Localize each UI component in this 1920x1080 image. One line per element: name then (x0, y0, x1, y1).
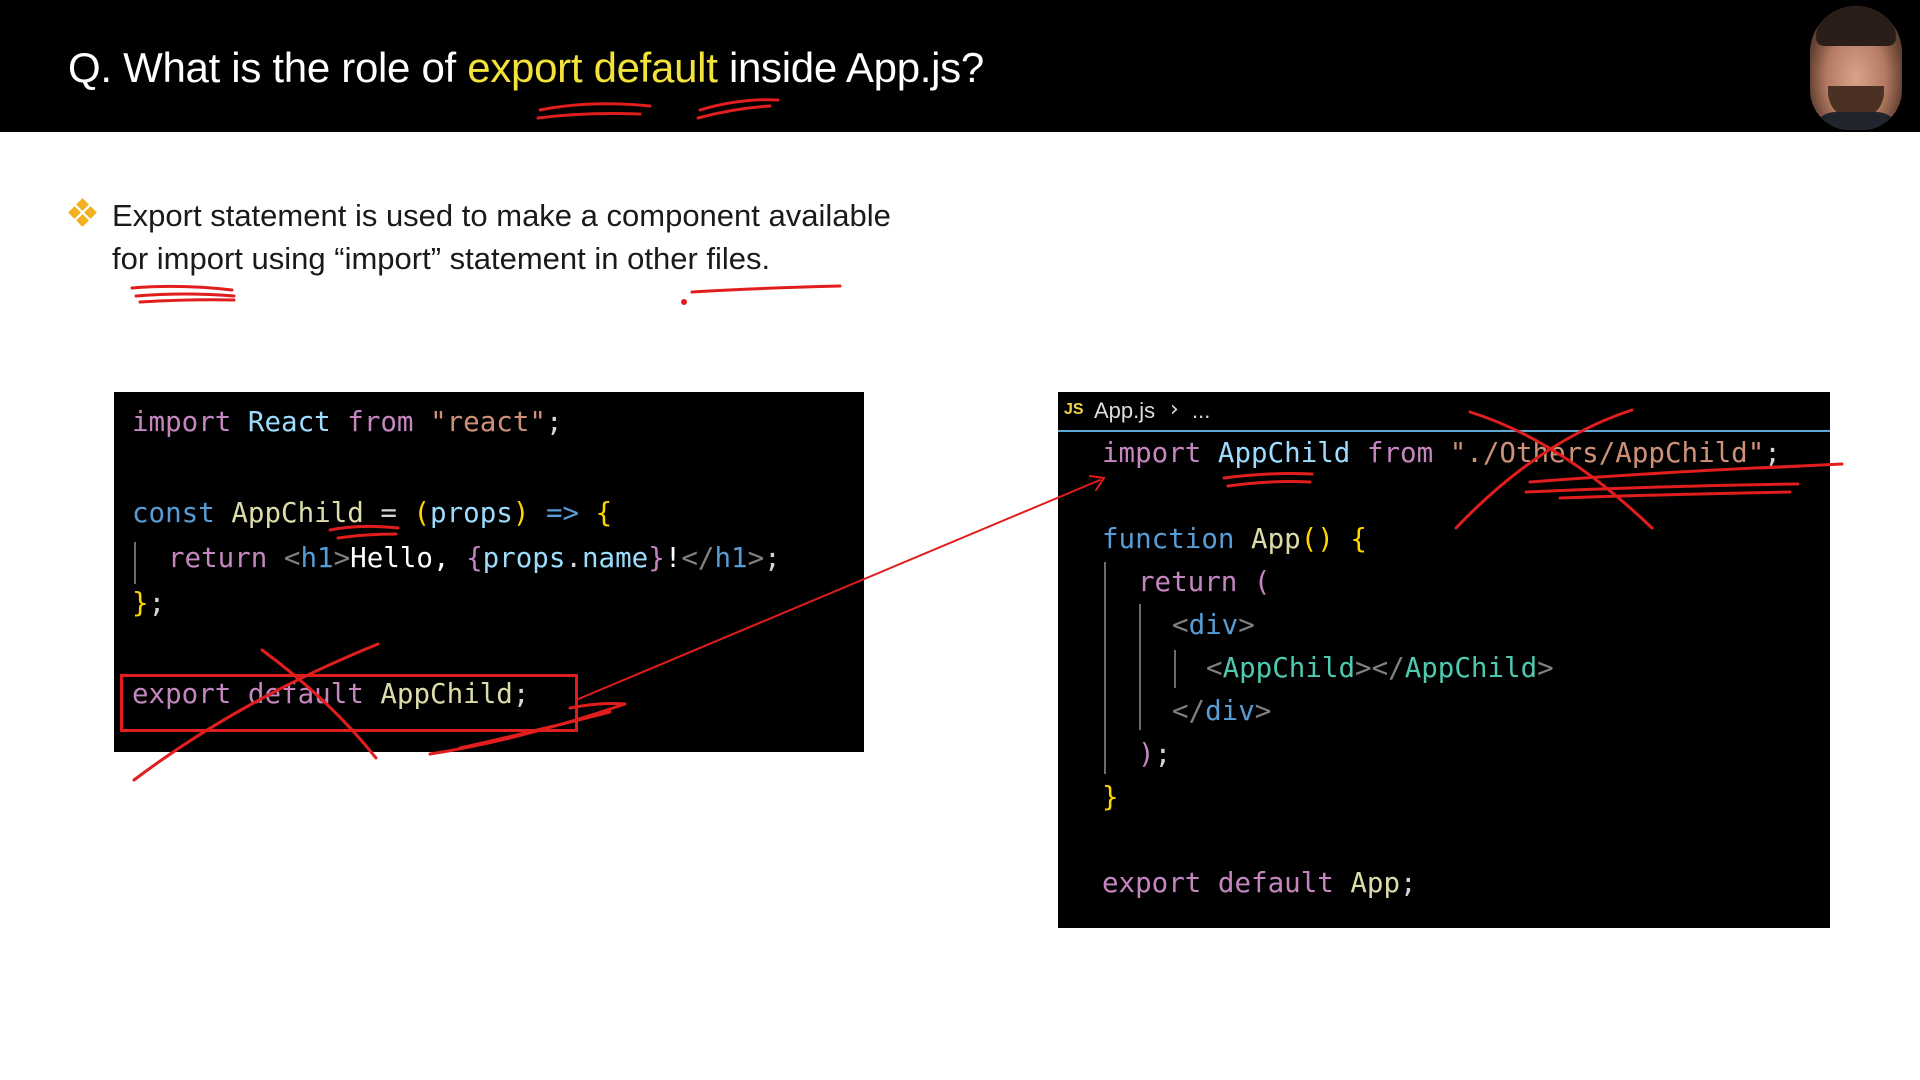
code-line: const AppChild = (props) => { (132, 497, 613, 529)
indent-guide (1139, 604, 1141, 730)
export-highlight-box (120, 674, 578, 732)
app-js-code-panel: JS App.js › ... import AppChild from "./… (1058, 392, 1830, 928)
ink-dot (681, 299, 687, 305)
title-bar: Q. What is the role of export default in… (0, 0, 1920, 132)
indent-guide (134, 542, 136, 584)
code-line: function App() { (1102, 523, 1367, 555)
presenter-avatar (1810, 6, 1902, 130)
indent-guide (1104, 562, 1106, 774)
editor-breadcrumb: JS App.js › ... (1058, 392, 1830, 432)
code-line: export default App; (1102, 867, 1417, 899)
bullet-line-2: for import using “import” statement in o… (112, 241, 771, 276)
underline-stroke (130, 284, 236, 304)
code-line: import AppChild from "./Others/AppChild"… (1102, 437, 1781, 469)
code-line: return ( (1138, 566, 1271, 598)
slide-title: Q. What is the role of export default in… (68, 44, 984, 92)
bullet-text: Export statement is used to make a compo… (112, 194, 972, 280)
code-line: <div> (1172, 609, 1255, 641)
bullet-line-1: Export statement is used to make a compo… (112, 198, 891, 233)
breadcrumb-ellipsis[interactable]: ... (1192, 398, 1210, 424)
title-prefix: Q. What is the role of (68, 44, 468, 91)
code-line: </div> (1172, 695, 1272, 727)
title-highlight: export default (467, 44, 718, 91)
code-line: }; (132, 587, 166, 619)
title-suffix: inside App.js? (717, 44, 984, 91)
breadcrumb-file[interactable]: App.js (1094, 398, 1155, 424)
diamond-bullet-icon (68, 198, 97, 227)
code-line: } (1102, 781, 1119, 813)
code-line: <AppChild></AppChild> (1206, 652, 1554, 684)
code-line: return <h1>Hello, {props.name}!</h1>; (168, 542, 781, 574)
js-file-icon: JS (1064, 401, 1084, 418)
appchild-code-panel: import React from "react"; const AppChil… (114, 392, 864, 752)
chevron-right-icon: › (1170, 397, 1179, 422)
underline-stroke (690, 284, 842, 294)
code-line: ); (1138, 738, 1172, 770)
indent-guide (1174, 650, 1176, 688)
code-line: import React from "react"; (132, 406, 563, 438)
